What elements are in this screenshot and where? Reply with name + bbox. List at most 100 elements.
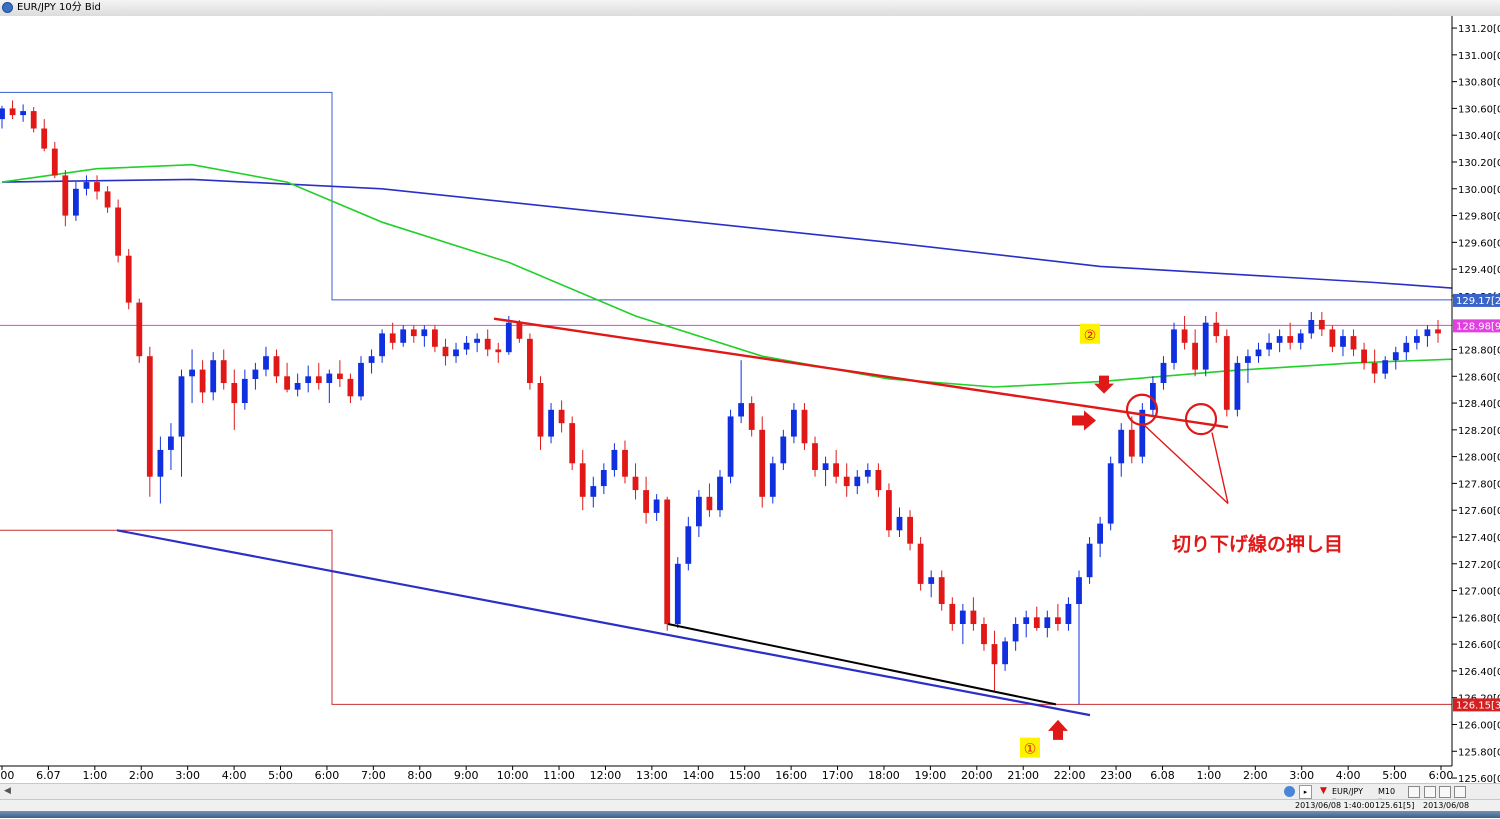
time-tick-label: 23:00 [1100,769,1132,782]
candle-body [220,360,227,383]
candle-body [294,383,301,390]
candle [664,496,671,631]
price-tick-label: 129.80[0 [1458,212,1500,223]
time-tick-label: 6.08 [1150,769,1175,782]
price-tag-label: 128.98[9 [1456,321,1500,332]
candle-body [1350,336,1357,350]
price-tick-label: 128.60[0 [1458,372,1500,383]
candle-body [189,369,195,377]
candle-body [1424,329,1431,337]
candle-body [474,338,480,343]
candle [759,416,766,508]
settings-icon[interactable] [1454,786,1466,798]
candle [1202,316,1209,377]
candle-body [981,624,987,645]
title-bar[interactable]: EUR/JPY 10分 Bid [0,0,1500,17]
candle-body [622,449,628,477]
candle-body [1318,320,1325,330]
candle-body [463,342,470,350]
status-price: 125.61[5] [1375,801,1415,810]
candle-body [706,496,713,511]
zoom-icon[interactable] [1424,786,1436,798]
time-tick-label: 22:00 [1054,769,1086,782]
candle-body [252,369,259,379]
price-tick-label: 130.00[0 [1458,185,1500,196]
candle [801,403,808,450]
time-tick-label: 3:00 [175,769,200,782]
price-tag-label: 129.17[2 [1456,296,1500,307]
candle [1139,403,1146,464]
candle-body [432,329,438,347]
price-chart[interactable]: 切り下げ線の押し目 ② ① 131.20[0 131.00[0 130.80[0 130.… [0,16,1500,783]
candle-body [1255,349,1262,357]
candle-body [389,333,396,343]
candle-body [231,383,238,404]
candle-body [759,429,766,497]
price-tick-label: 131.20[0 [1458,24,1500,35]
candle-body [273,356,280,377]
candle-body [1223,336,1230,410]
candle-body [505,322,512,353]
candle-body [1202,322,1209,370]
candle-body [1171,329,1177,363]
candle-body [400,329,407,343]
candle-body [1329,329,1336,347]
candle-body [949,603,956,624]
candle-body [1002,641,1008,665]
candle [1223,329,1230,417]
price-tick-label: 130.60[0 [1458,104,1500,115]
time-tick-label: 5:00 [1382,769,1407,782]
time-tick-label: 7:00 [361,769,386,782]
time-tick-label: 17:00 [822,769,854,782]
candle-body [548,409,554,437]
price-tick-label: 126.80[0 [1458,613,1500,624]
candle-body [780,436,787,464]
time-tick-label: 20:00 [961,769,993,782]
candle-body [20,111,26,116]
candle-body [1276,336,1283,343]
candle-body [62,175,69,216]
time-tick-label: 2:00 [1243,769,1268,782]
crosshair-icon[interactable] [1408,786,1420,798]
candle-body [1118,429,1125,464]
candle-body [685,526,692,564]
price-tick-label: 128.40[0 [1458,399,1500,410]
candle-body [833,463,839,477]
candle-body [453,349,459,357]
candle-body [1181,329,1188,343]
time-tick-label: 16:00 [775,769,807,782]
price-tick-label: 125.60[0 [1458,774,1500,783]
time-tick-label: 9:00 [454,769,479,782]
play-icon[interactable]: ▸ [1299,785,1312,799]
candle-body [791,409,797,437]
candle-body [1361,349,1367,363]
time-tick-label: 13:00 [636,769,668,782]
candle-body [907,516,913,544]
candle-body [305,376,312,383]
candle-body [1382,360,1389,374]
horizontal-scrollbar[interactable]: ◀ ▸ ▼ EUR/JPY ▾ M10 ▾ [0,783,1500,805]
candle-body [368,356,375,363]
candle-body [0,108,5,120]
candle-body [886,490,892,531]
candle [886,483,892,537]
candle-body [717,476,723,511]
candle-body [1128,429,1135,457]
candle-body [748,403,755,430]
candle-body [991,644,998,665]
time-tick-label: 4:00 [222,769,247,782]
sell-arrow-icon[interactable]: ▼ [1320,786,1327,796]
time-tick-label: 11:00 [543,769,575,782]
candle-body [115,207,121,256]
price-tick-label: 127.20[0 [1458,560,1500,571]
time-tick-label: 4:00 [1336,769,1361,782]
candle-body [168,436,174,450]
scroll-left-icon[interactable]: ◀ [4,786,11,796]
price-tick-label: 126.60[0 [1458,640,1500,651]
candle-body [1340,336,1346,347]
time-tick-label: 14:00 [682,769,714,782]
pen-icon[interactable] [1439,786,1451,798]
candle-body [315,376,322,383]
globe-icon[interactable] [1284,786,1295,797]
candle-body [896,516,903,531]
